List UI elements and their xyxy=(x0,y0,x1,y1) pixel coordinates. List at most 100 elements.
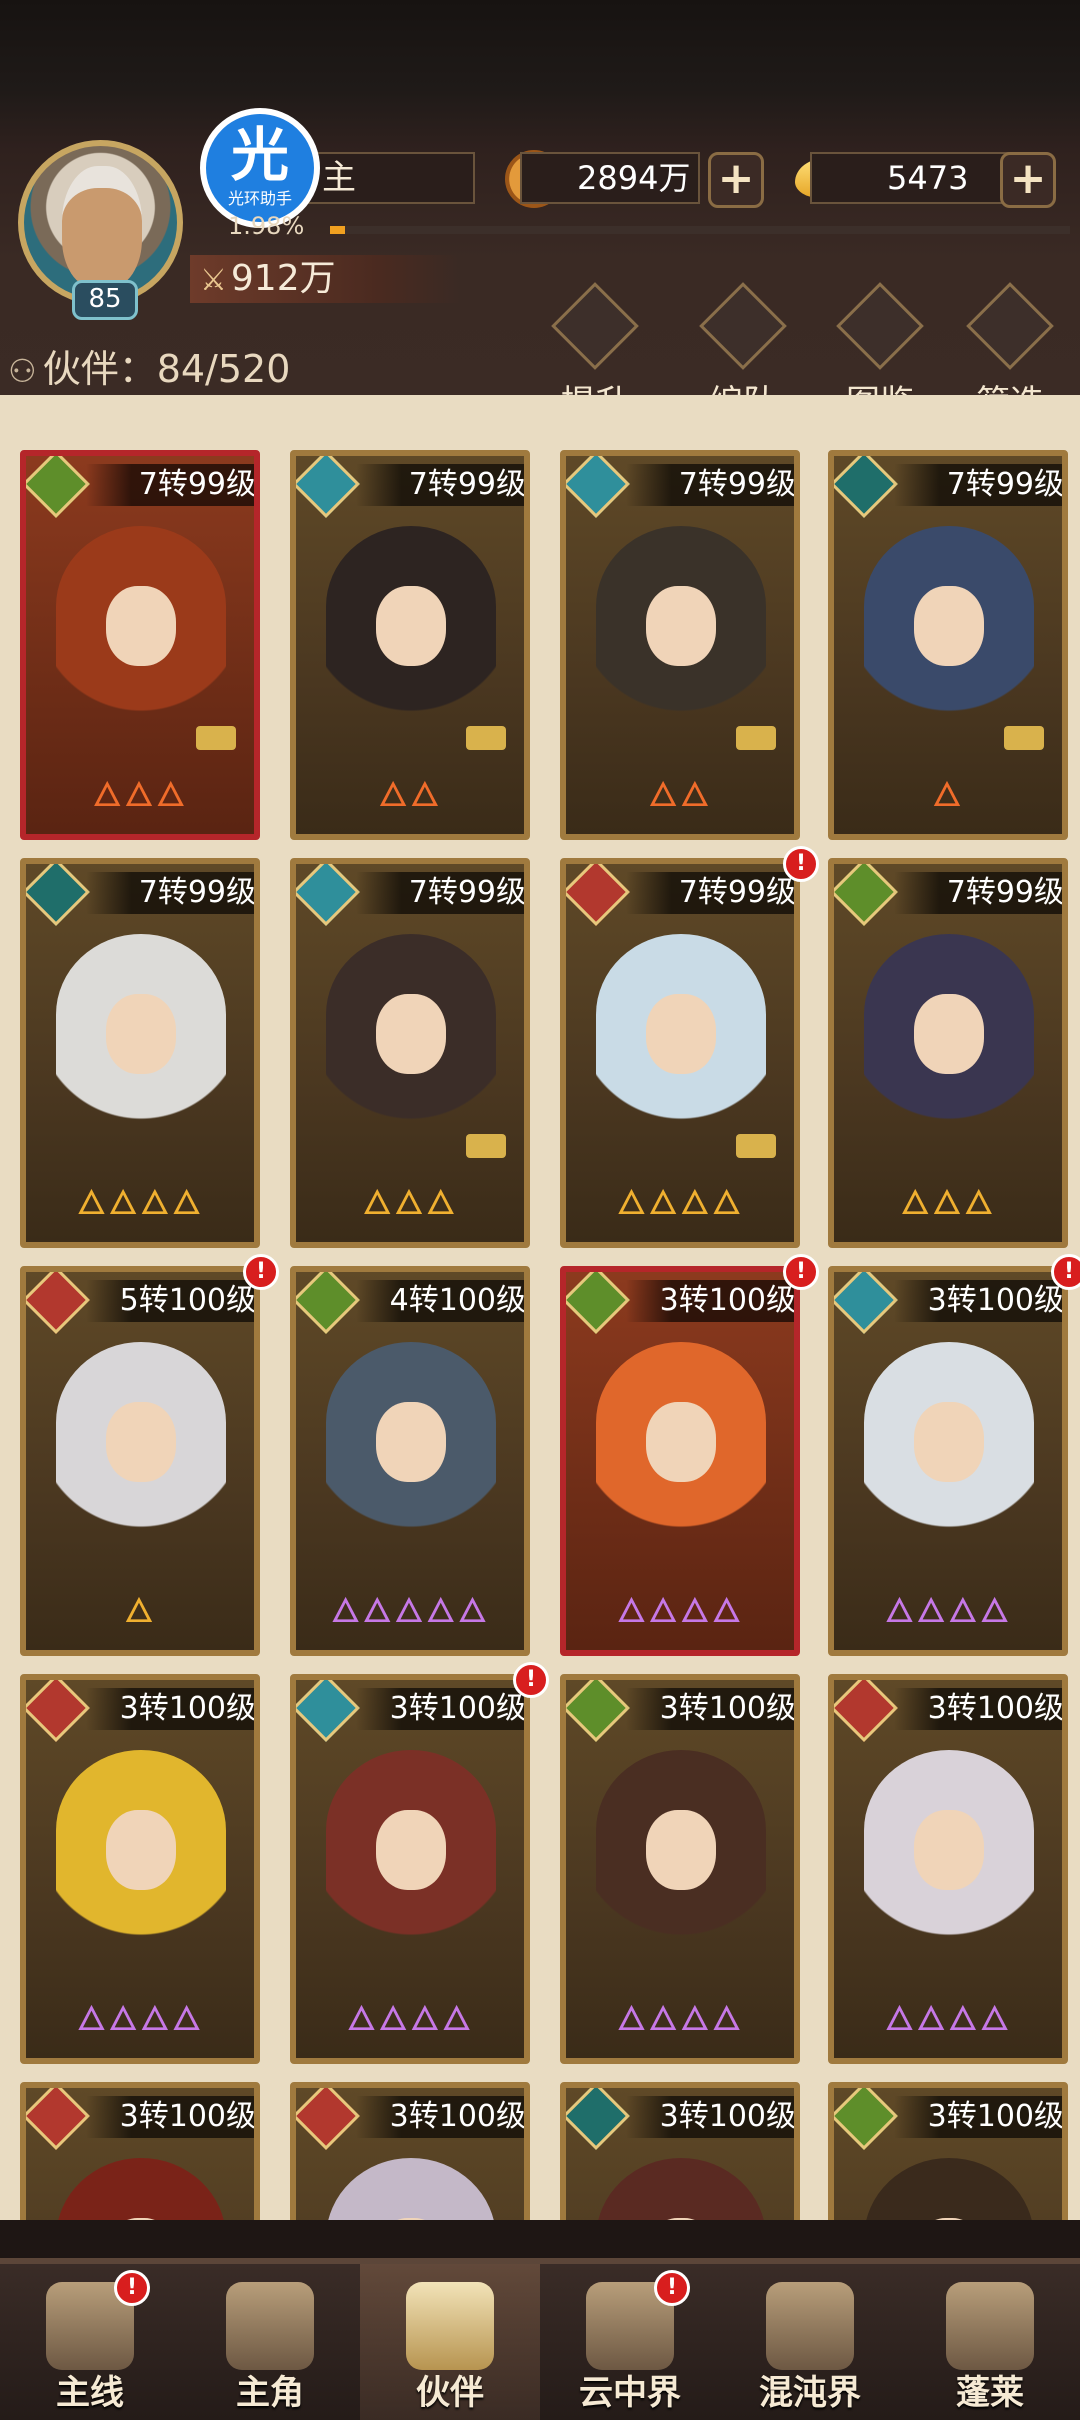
companion-face xyxy=(914,2218,984,2220)
companion-portrait xyxy=(56,1750,226,1980)
companion-portrait xyxy=(864,526,1034,756)
companion-card[interactable]: 3转100级 🜂🜂🜂🜂 xyxy=(20,1674,260,2064)
combat-power: ⚔ 912万 xyxy=(190,255,460,303)
companion-card[interactable]: 7转99级 🜂🜂🜂🜂 xyxy=(560,858,800,1248)
companion-card[interactable]: 3转100级 xyxy=(290,2082,530,2220)
swords-icon: ⚔ xyxy=(200,263,227,298)
upgrade-icon xyxy=(551,282,639,370)
companion-card[interactable]: 7转99级 🜂🜂🜂 xyxy=(828,858,1068,1248)
companion-portrait xyxy=(596,1750,766,1980)
formation-button[interactable]: 编队 xyxy=(688,282,798,423)
companion-face xyxy=(646,586,716,666)
nav-cloud-realm[interactable]: 云中界! xyxy=(540,2264,720,2420)
companion-portrait xyxy=(56,526,226,756)
exp-percent: 1.98% xyxy=(228,212,305,240)
star-rating: 🜂🜂🜂🜂 xyxy=(76,1999,204,2039)
companion-rank: 4转100级 xyxy=(356,1280,524,1322)
star-rating: 🜂🜂 xyxy=(378,775,442,815)
element-icon xyxy=(296,1272,360,1334)
companion-card[interactable]: 3转100级 xyxy=(828,2082,1068,2220)
companion-face xyxy=(376,1810,446,1890)
companion-portrait xyxy=(56,934,226,1164)
lock-icon xyxy=(1004,726,1044,750)
companion-rank: 3转100级 xyxy=(626,1688,794,1730)
companion-rank: 3转100级 xyxy=(626,2096,794,2138)
companion-rank: 3转100级 xyxy=(626,1280,794,1322)
companion-card[interactable]: 4转100级 🜂🜂🜂🜂🜂 xyxy=(290,1266,530,1656)
companion-card[interactable]: 3转100级 🜂🜂🜂🜂 xyxy=(828,1674,1068,2064)
companion-portrait xyxy=(326,1750,496,1980)
companion-face xyxy=(106,586,176,666)
companion-card[interactable]: 7转99级 🜂🜂 xyxy=(560,450,800,840)
companion-rank: 3转100级 xyxy=(894,1688,1062,1730)
filter-button[interactable]: 筛选 xyxy=(955,282,1065,423)
player-level-badge: 85 xyxy=(72,280,138,320)
companion-face xyxy=(376,994,446,1074)
companion-face xyxy=(914,1402,984,1482)
companion-card[interactable]: 3转100级 🜂🜂🜂🜂 xyxy=(560,1674,800,2064)
companion-portrait xyxy=(596,1342,766,1572)
element-icon xyxy=(566,1272,630,1334)
companion-rank: 7转99级 xyxy=(356,872,524,914)
codex-button[interactable]: 图鉴 xyxy=(825,282,935,423)
companion-face xyxy=(646,1810,716,1890)
companion-rank: 3转100级 xyxy=(86,2096,254,2138)
companion-rank: 3转100级 xyxy=(894,1280,1062,1322)
element-icon xyxy=(834,456,898,518)
star-rating: 🜂🜂🜂 xyxy=(92,775,188,815)
add-gold-button[interactable]: + xyxy=(1000,152,1056,208)
companion-portrait xyxy=(596,526,766,756)
element-icon xyxy=(566,456,630,518)
companion-face xyxy=(106,1810,176,1890)
element-icon xyxy=(566,2088,630,2150)
nav-chaos-realm-label: 混沌界 xyxy=(759,2373,861,2413)
companion-card[interactable]: 7转99级 🜂🜂🜂 xyxy=(20,450,260,840)
companion-rank: 3转100级 xyxy=(894,2096,1062,2138)
nav-protagonist[interactable]: 主角 xyxy=(180,2264,360,2420)
star-rating: 🜂🜂 xyxy=(648,775,712,815)
helper-overlay-badge[interactable]: 光 光环助手 xyxy=(200,108,320,228)
exp-bar-fill xyxy=(330,226,345,234)
companion-card[interactable]: 3转100级 xyxy=(20,2082,260,2220)
companion-portrait xyxy=(56,2158,226,2220)
upgrade-button[interactable]: 提升 xyxy=(540,282,650,423)
nav-companions[interactable]: 伙伴 xyxy=(360,2264,540,2420)
companion-rank: 3转100级 xyxy=(356,2096,524,2138)
element-icon xyxy=(296,864,360,926)
companion-card[interactable]: 3转100级 🜂🜂🜂🜂 xyxy=(560,1266,800,1656)
companion-face xyxy=(646,1402,716,1482)
companion-card[interactable]: 3转100级 🜂🜂🜂🜂 xyxy=(290,1674,530,2064)
filter-icon xyxy=(966,282,1054,370)
companion-card[interactable]: 7转99级 🜂🜂 xyxy=(290,450,530,840)
element-icon xyxy=(26,2088,90,2150)
alert-badge: ! xyxy=(243,1254,279,1290)
companion-portrait xyxy=(864,2158,1034,2220)
companion-card[interactable]: 3转100级 🜂🜂🜂🜂 xyxy=(828,1266,1068,1656)
alert-badge: ! xyxy=(654,2270,690,2306)
nav-penglai-icon xyxy=(946,2282,1034,2370)
star-rating: 🜂🜂🜂🜂 xyxy=(346,1999,474,2039)
nav-chaos-realm-icon xyxy=(766,2282,854,2370)
companion-face xyxy=(376,586,446,666)
companion-rank: 7转99级 xyxy=(86,872,254,914)
add-coins-button[interactable]: + xyxy=(708,152,764,208)
companion-card[interactable]: 5转100级 🜂 xyxy=(20,1266,260,1656)
element-icon xyxy=(566,864,630,926)
companion-card[interactable]: 7转99级 🜂🜂🜂🜂 xyxy=(20,858,260,1248)
companion-card[interactable]: 7转99级 🜂 xyxy=(828,450,1068,840)
avatar-portrait xyxy=(62,166,142,288)
nav-main-quest[interactable]: 主线! xyxy=(0,2264,180,2420)
companion-card[interactable]: 3转100级 xyxy=(560,2082,800,2220)
nav-penglai[interactable]: 蓬莱 xyxy=(900,2264,1080,2420)
companion-rank: 7转99级 xyxy=(626,464,794,506)
companion-face xyxy=(376,2218,446,2220)
companion-portrait xyxy=(864,1342,1034,1572)
companion-card[interactable]: 7转99级 🜂🜂🜂 xyxy=(290,858,530,1248)
nav-chaos-realm[interactable]: 混沌界 xyxy=(720,2264,900,2420)
star-rating: 🜂🜂🜂🜂 xyxy=(884,1591,1012,1631)
companion-portrait xyxy=(596,2158,766,2220)
player-name-box[interactable]: 主 xyxy=(300,152,475,204)
element-icon xyxy=(26,1272,90,1334)
nav-penglai-label: 蓬莱 xyxy=(956,2373,1024,2413)
nav-protagonist-icon xyxy=(226,2282,314,2370)
